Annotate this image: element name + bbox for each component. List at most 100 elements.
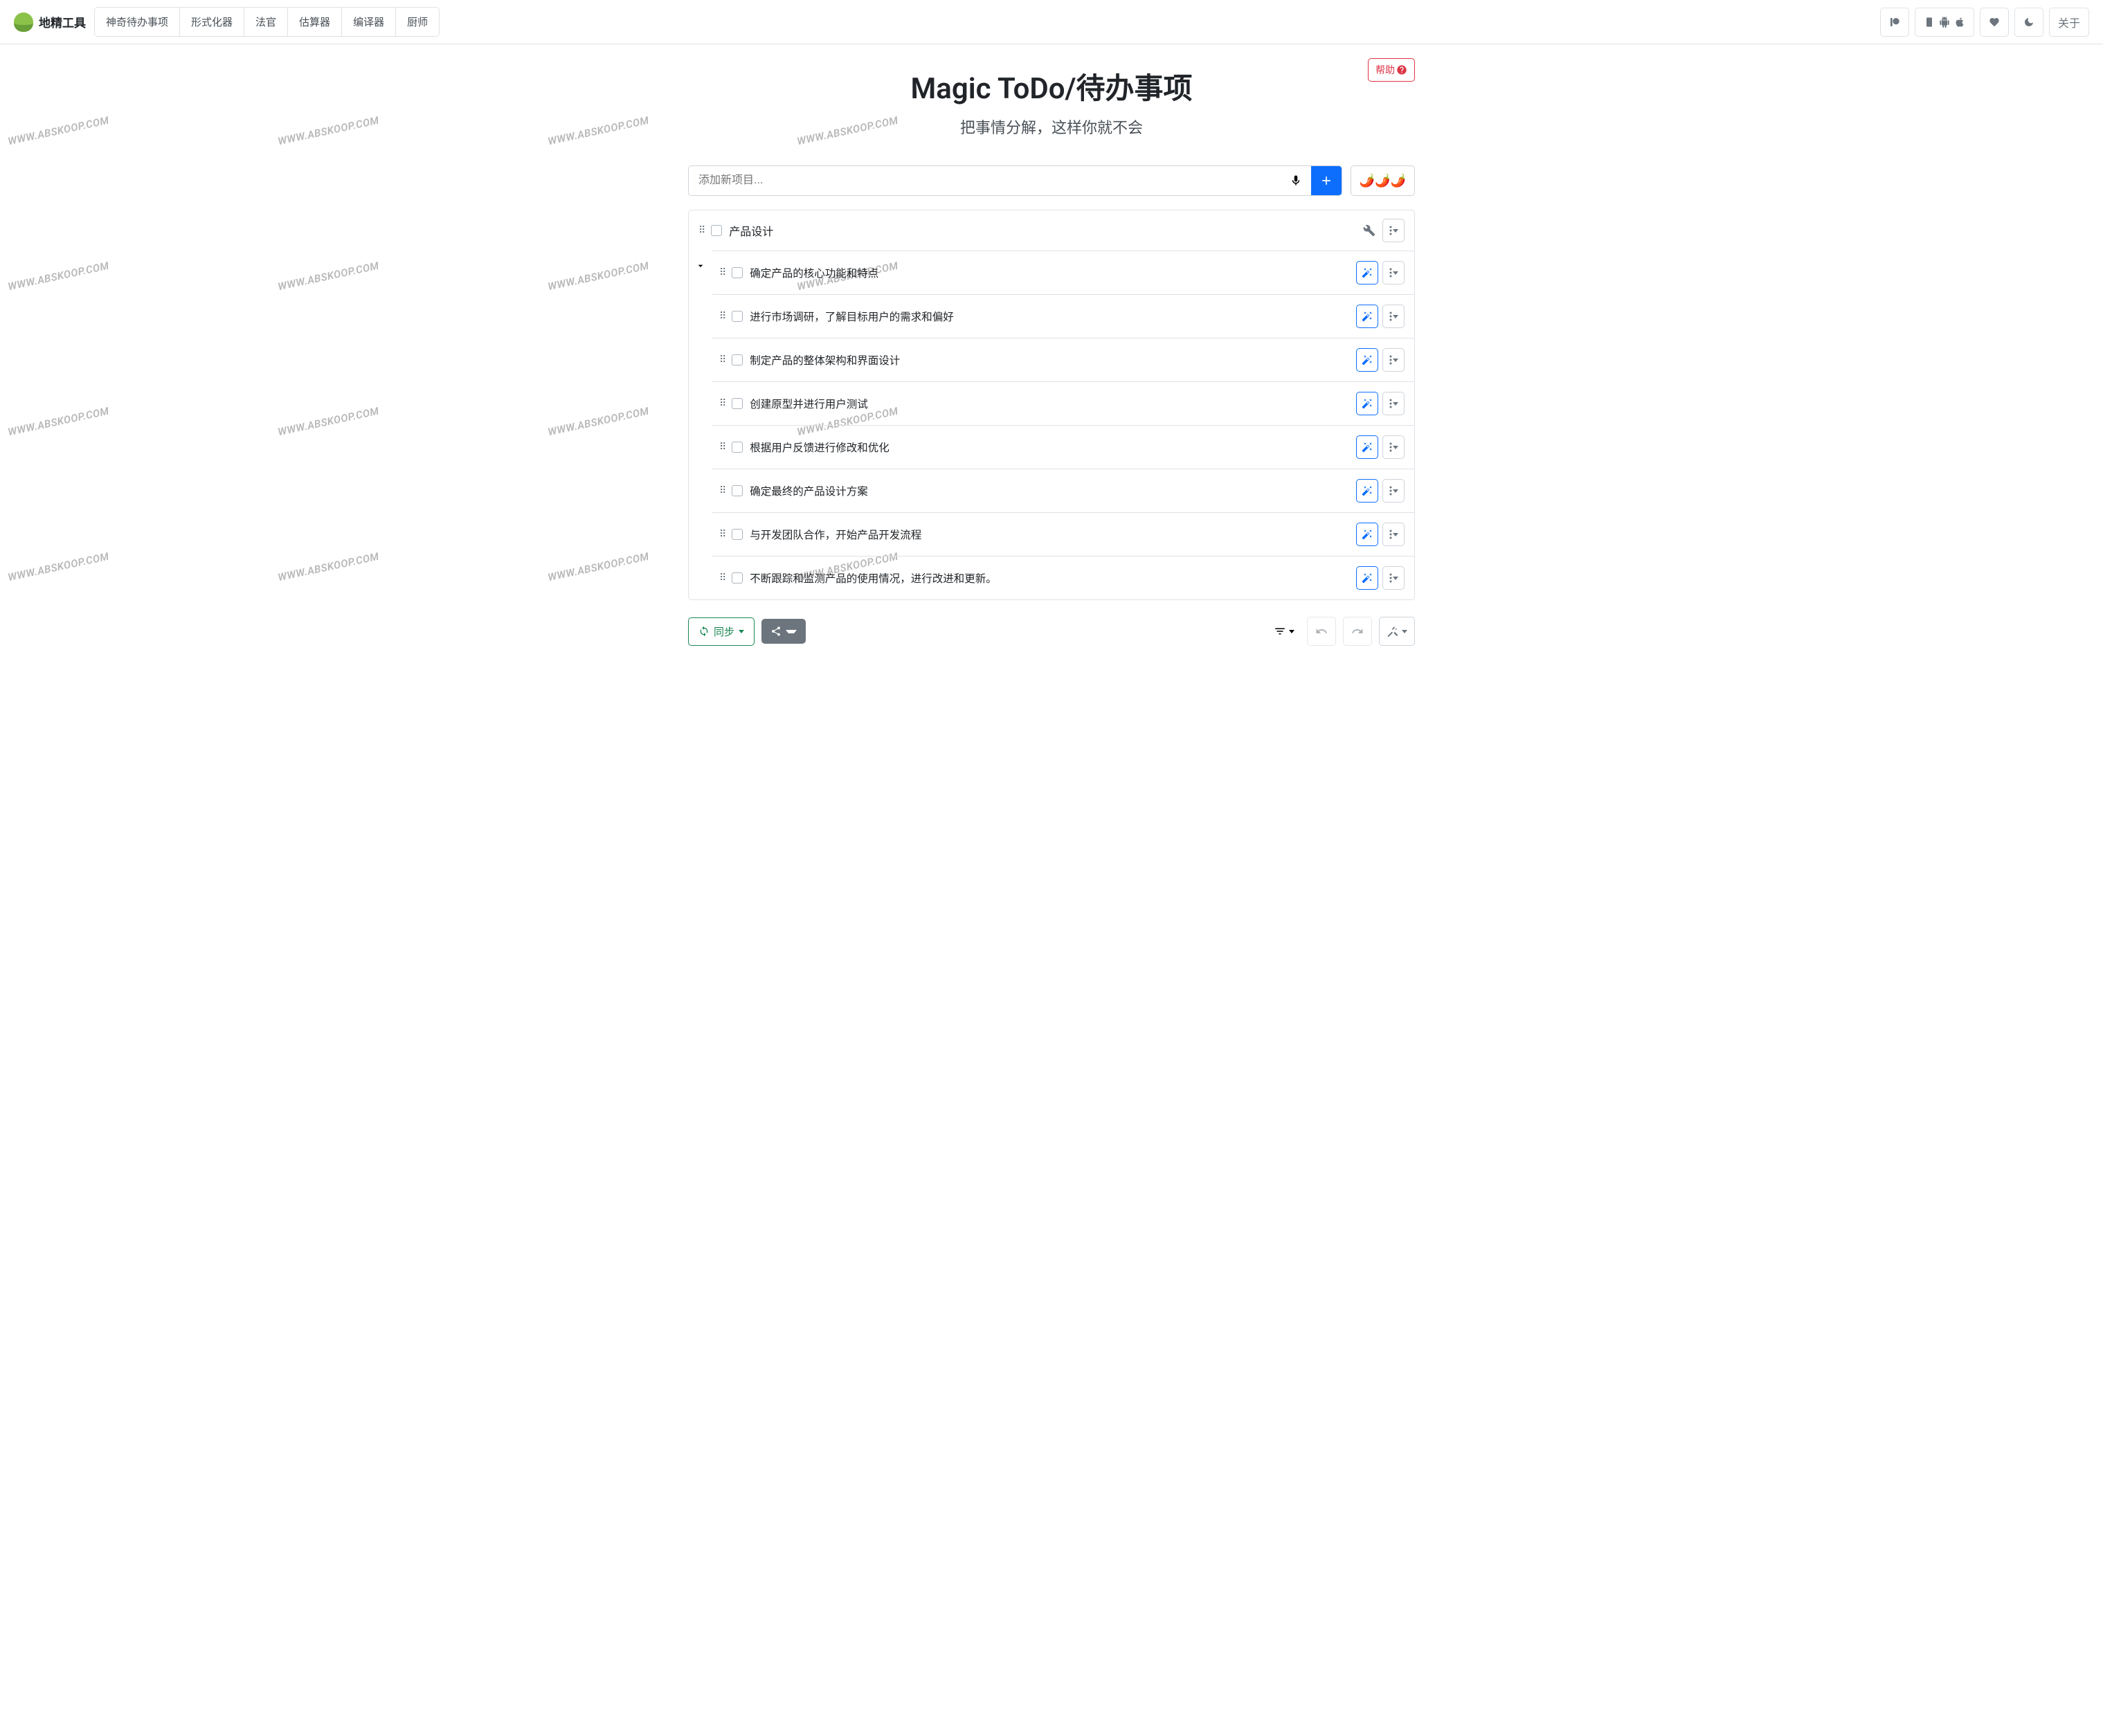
wand-icon (1362, 354, 1373, 365)
patreon-button[interactable] (1880, 8, 1909, 37)
input-row: 🌶️🌶️🌶️ (688, 165, 1415, 196)
item-menu-button[interactable] (1382, 479, 1405, 503)
todo-child-row: ⠿ 创建原型并进行用户测试 (712, 381, 1414, 425)
heart-icon (1989, 17, 2000, 28)
watermark: WWW.ABSKOOP.COM (277, 260, 380, 293)
page-title: Magic ToDo/待办事项 (688, 65, 1415, 107)
todo-text[interactable]: 确定产品的核心功能和特点 (750, 265, 1349, 280)
checkbox[interactable] (732, 572, 743, 584)
help-button[interactable]: 帮助 (1368, 58, 1415, 82)
spiciness-selector[interactable]: 🌶️🌶️🌶️ (1351, 165, 1415, 196)
dots-vertical-icon (1389, 268, 1392, 278)
undo-button[interactable] (1307, 617, 1336, 646)
patreon-icon (1889, 17, 1900, 28)
todo-text[interactable]: 确定最终的产品设计方案 (750, 483, 1349, 498)
magic-breakdown-button[interactable] (1356, 305, 1378, 328)
about-label: 关于 (2058, 14, 2080, 30)
magic-breakdown-button[interactable] (1356, 392, 1378, 415)
page-subtitle: 把事情分解，这样你就不会 (688, 116, 1415, 138)
favorite-button[interactable] (1980, 8, 2009, 37)
drag-handle-icon[interactable]: ⠿ (719, 529, 725, 540)
checkbox[interactable] (732, 442, 743, 453)
wand-icon (1362, 311, 1373, 322)
drag-handle-icon[interactable]: ⠿ (698, 225, 704, 236)
drag-handle-icon[interactable]: ⠿ (719, 572, 725, 584)
nav-tab-judge[interactable]: 法官 (244, 8, 288, 36)
platforms-button[interactable] (1915, 8, 1974, 37)
chevron-down-icon (1393, 577, 1398, 580)
wand-icon (1362, 485, 1373, 496)
todo-text[interactable]: 根据用户反馈进行修改和优化 (750, 440, 1349, 455)
nav-tab-chef[interactable]: 厨师 (396, 8, 439, 36)
watermark: WWW.ABSKOOP.COM (7, 114, 110, 148)
magic-breakdown-button[interactable] (1356, 479, 1378, 503)
item-menu-button[interactable] (1382, 348, 1405, 372)
todo-text[interactable]: 不断跟踪和监测产品的使用情况，进行改进和更新。 (750, 570, 1349, 586)
child-list: ⠿ 确定产品的核心功能和特点 ⠿ 进行市场调研，了解目标用户的需求和偏好 ⠿ (712, 251, 1414, 599)
item-menu-button[interactable] (1382, 261, 1405, 284)
magic-breakdown-button[interactable] (1356, 435, 1378, 459)
drag-handle-icon[interactable]: ⠿ (719, 311, 725, 322)
todo-child-row: ⠿ 进行市场调研，了解目标用户的需求和偏好 (712, 294, 1414, 338)
collapse-icon[interactable] (695, 260, 706, 271)
checkbox[interactable] (732, 529, 743, 540)
wand-icon (1362, 267, 1373, 278)
magic-breakdown-button[interactable] (1356, 261, 1378, 284)
item-menu-button[interactable] (1382, 392, 1405, 415)
chevron-down-icon (1393, 533, 1398, 536)
watermark: WWW.ABSKOOP.COM (547, 550, 650, 584)
magic-breakdown-button[interactable] (1356, 566, 1378, 590)
watermark: WWW.ABSKOOP.COM (277, 550, 380, 584)
mic-button[interactable] (1281, 166, 1311, 195)
watermark: WWW.ABSKOOP.COM (547, 405, 650, 439)
checkbox[interactable] (732, 485, 743, 496)
chevron-down-icon (1393, 359, 1398, 362)
checkbox[interactable] (711, 225, 722, 236)
drag-handle-icon[interactable]: ⠿ (719, 354, 725, 365)
new-item-input[interactable] (689, 166, 1281, 195)
tools-dropdown-button[interactable] (1379, 617, 1415, 646)
watermark: WWW.ABSKOOP.COM (547, 260, 650, 293)
drag-handle-icon[interactable]: ⠿ (719, 485, 725, 496)
todo-text[interactable]: 产品设计 (729, 222, 1356, 239)
share-button[interactable] (761, 619, 806, 644)
todo-text[interactable]: 进行市场调研，了解目标用户的需求和偏好 (750, 309, 1349, 324)
item-menu-button[interactable] (1382, 523, 1405, 546)
drag-handle-icon[interactable]: ⠿ (719, 267, 725, 278)
checkbox[interactable] (732, 311, 743, 322)
nav-tab-formalizer[interactable]: 形式化器 (180, 8, 244, 36)
filter-button[interactable] (1268, 620, 1300, 643)
todo-text[interactable]: 制定产品的整体架构和界面设计 (750, 352, 1349, 368)
item-menu-button[interactable] (1382, 219, 1405, 242)
todo-text[interactable]: 创建原型并进行用户测试 (750, 396, 1349, 411)
magic-breakdown-button[interactable] (1356, 523, 1378, 546)
checkbox[interactable] (732, 398, 743, 409)
nav-tab-estimator[interactable]: 估算器 (288, 8, 342, 36)
nav-tab-compiler[interactable]: 编译器 (342, 8, 396, 36)
wand-icon (1362, 529, 1373, 540)
main-container: 帮助 Magic ToDo/待办事项 把事情分解，这样你就不会 🌶️🌶️🌶️ ⠿… (674, 44, 1429, 667)
drag-handle-icon[interactable]: ⠿ (719, 398, 725, 409)
add-button[interactable] (1311, 166, 1342, 195)
item-menu-button[interactable] (1382, 305, 1405, 328)
help-label: 帮助 (1375, 63, 1395, 77)
item-menu-button[interactable] (1382, 566, 1405, 590)
todo-text[interactable]: 与开发团队合作，开始产品开发流程 (750, 527, 1349, 542)
magic-breakdown-button[interactable] (1356, 348, 1378, 372)
checkbox[interactable] (732, 354, 743, 365)
todo-child-row: ⠿ 与开发团队合作，开始产品开发流程 (712, 512, 1414, 556)
dark-mode-button[interactable] (2014, 8, 2043, 37)
checkbox[interactable] (732, 267, 743, 278)
item-menu-button[interactable] (1382, 435, 1405, 459)
drag-handle-icon[interactable]: ⠿ (719, 442, 725, 453)
watermark: WWW.ABSKOOP.COM (547, 114, 650, 148)
nav-tab-magic-todo[interactable]: 神奇待办事项 (95, 8, 180, 36)
about-button[interactable]: 关于 (2049, 8, 2089, 37)
chevron-down-icon (786, 630, 797, 633)
chevron-down-icon (1402, 630, 1407, 633)
sync-button[interactable]: 同步 (688, 617, 755, 646)
brand-wrap[interactable]: 地精工具 (14, 12, 86, 32)
todo-child-row: ⠿ 确定产品的核心功能和特点 (712, 251, 1414, 294)
watermark: WWW.ABSKOOP.COM (277, 114, 380, 148)
redo-button[interactable] (1343, 617, 1372, 646)
